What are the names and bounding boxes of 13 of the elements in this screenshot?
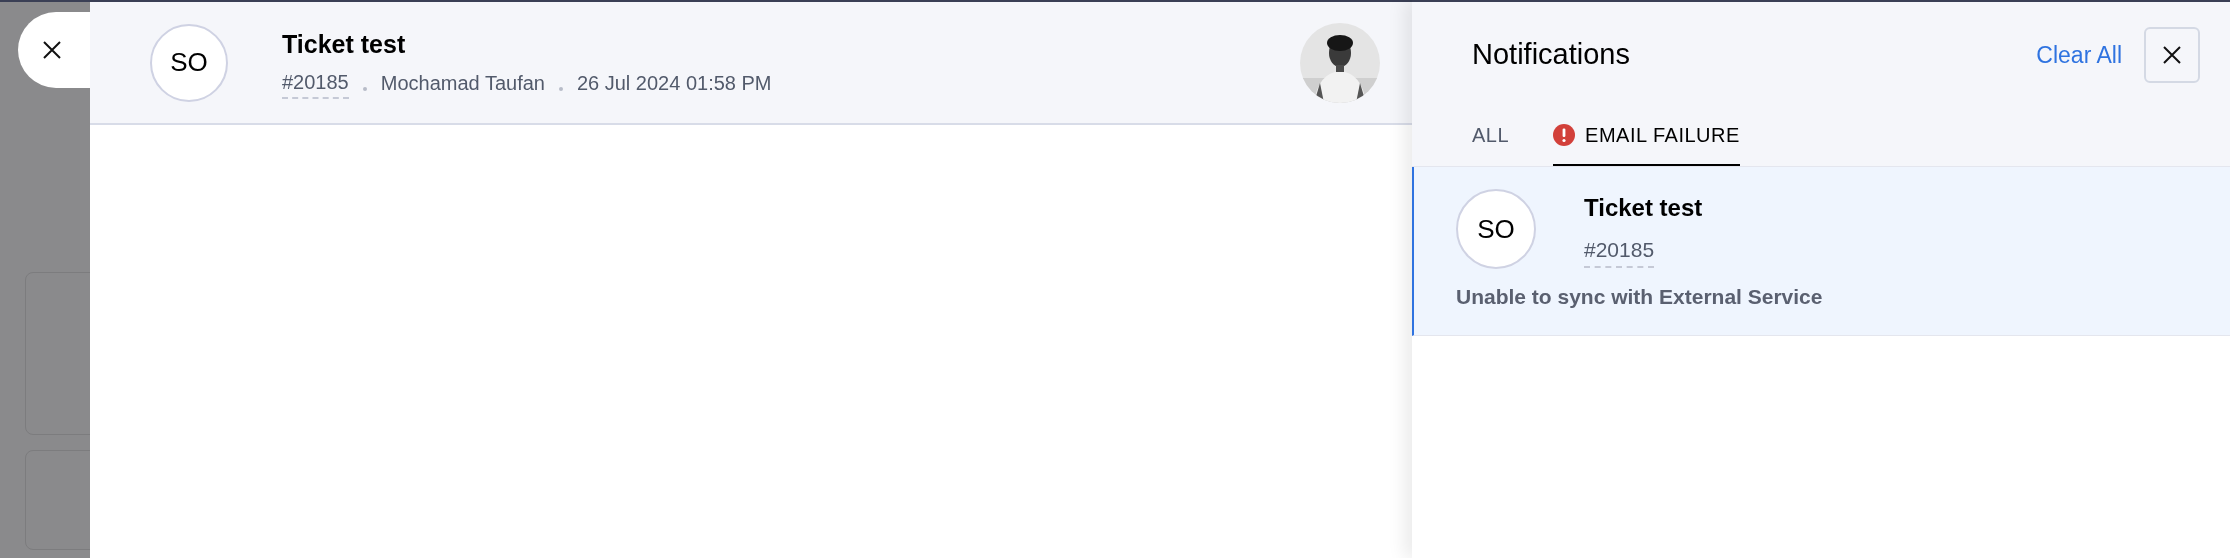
notification-message: Unable to sync with External Service xyxy=(1456,284,1824,310)
ticket-id-link[interactable]: #20185 xyxy=(1584,234,1655,268)
ticket-title: Ticket test xyxy=(1584,193,1703,224)
author-name: Mochamad Taufan xyxy=(380,71,545,97)
ticket-title: Ticket test xyxy=(282,28,407,60)
avatar: SO xyxy=(150,23,228,102)
tab[interactable]: ALL xyxy=(1472,120,1510,166)
avatar: SO xyxy=(1456,189,1536,269)
notification-item[interactable]: SO Ticket test #20185 Unable to sync with External Service xyxy=(1412,167,2230,336)
ticket-id-link[interactable]: #20185 xyxy=(282,67,349,100)
timestamp: 26 Jul 2024 01:58 PM xyxy=(576,71,772,97)
clear-all-link[interactable]: Clear All xyxy=(2036,37,2122,73)
panel-title: Notifications xyxy=(1472,37,1630,73)
